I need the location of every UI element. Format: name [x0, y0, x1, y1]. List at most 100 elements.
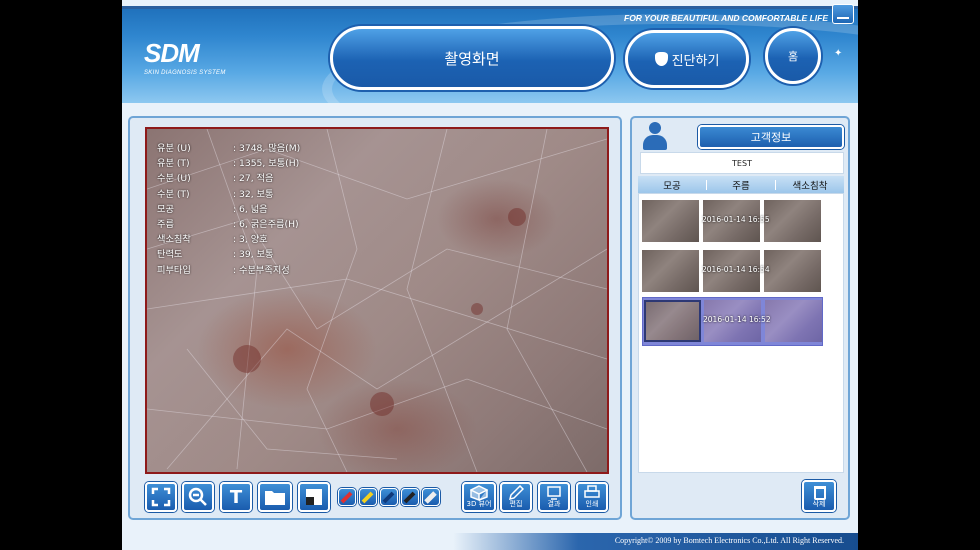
customer-info-tab[interactable]: 고객정보 [698, 125, 844, 149]
record-row[interactable]: 2016-01-14 16:55 [642, 198, 823, 244]
dark-pen-icon [403, 491, 416, 504]
column-wrinkles[interactable]: 주름 [707, 178, 775, 192]
readout-key: 주름 [157, 219, 174, 231]
capture-screen-label: 촬영화면 [444, 49, 500, 68]
delete-label: 삭제 [812, 500, 826, 508]
measurement-readout: 유분 (U): 3748, 많음(M) 유분 (T): 1355, 보통(H) … [157, 141, 300, 278]
minimize-button[interactable] [832, 4, 854, 24]
customer-panel: 고객정보 TEST 모공 주름 색소침착 2016-01-14 16:55 20… [630, 116, 850, 520]
readout-row: 주름 : 6, 굵은주름(H) [157, 217, 300, 232]
record-row[interactable]: 2016-01-14 16:54 [642, 248, 823, 294]
header-band-line [122, 6, 858, 9]
record-timestamp: 2016-01-14 16:52 [703, 315, 771, 324]
record-thumbnail[interactable] [642, 200, 699, 242]
record-timestamp: 2016-01-14 16:55 [702, 215, 770, 224]
readout-row: 피부타입 : 수분부족지성 [157, 263, 300, 278]
3d-viewer-label: 3D 뷰어 [466, 500, 492, 508]
edit-label: 편집 [509, 500, 523, 508]
record-thumbnail[interactable] [642, 250, 699, 292]
record-thumbnail[interactable] [764, 250, 821, 292]
readout-row: 유분 (U) : 3748, 많음(M) [157, 141, 300, 156]
readout-key: 유분 (U) [157, 143, 191, 154]
logo-subtitle: SKIN DIAGNOSIS SYSTEM [144, 70, 226, 76]
record-thumbnail[interactable] [765, 300, 822, 342]
footer: Copyright© 2009 by Bomtech Electronics C… [122, 533, 858, 550]
diagnose-button[interactable]: 진단하기 [625, 30, 749, 88]
readout-value: : 39, 보통 [233, 249, 274, 261]
text-tool-label: T [229, 486, 243, 508]
split-view-icon [306, 489, 322, 505]
edit-button[interactable]: 편집 [500, 482, 532, 512]
readout-row: 유분 (T) : 1355, 보통(H) [157, 156, 300, 171]
customer-name: TEST [640, 152, 844, 174]
logo: SDM SKIN DIAGNOSIS SYSTEM [144, 38, 226, 76]
column-pores[interactable]: 모공 [638, 178, 706, 192]
result-label: 결과 [547, 500, 561, 508]
thumbnail-column-header: 모공 주름 색소침착 [638, 176, 844, 193]
split-view-button[interactable] [298, 482, 330, 512]
readout-value: : 3748, 많음(M) [233, 143, 301, 154]
print-button[interactable]: 인쇄 [576, 482, 608, 512]
3d-viewer-button[interactable]: 3D 뷰어 [462, 482, 496, 512]
fit-screen-button[interactable] [145, 482, 177, 512]
eraser-icon [424, 491, 437, 504]
copyright: Copyright© 2009 by Bomtech Electronics C… [614, 536, 844, 545]
readout-key: 수분 (U) [157, 173, 191, 185]
diagnose-label: 진단하기 [671, 53, 720, 69]
yellow-pen-icon [361, 491, 374, 504]
skin-image-viewer[interactable]: 유분 (U): 3748, 많음(M) 유분 (T): 1355, 보통(H) … [145, 127, 609, 474]
readout-row: 탄력도 : 39, 보통 [157, 247, 300, 262]
readout-row: 수분 (T): 32, 보통 [157, 187, 300, 202]
zoom-out-icon [188, 487, 207, 506]
readout-value: : 1355, 보통(H) [233, 158, 300, 170]
readout-key: 피부타입 [157, 264, 191, 276]
capture-panel: 유분 (U): 3748, 많음(M) 유분 (T): 1355, 보통(H) … [128, 116, 622, 520]
readout-row: 색소침착 : 3, 양호 [157, 232, 300, 247]
print-label: 인쇄 [585, 500, 599, 508]
readout-value: : 수분부족지성 [233, 264, 290, 276]
record-list: 2016-01-14 16:55 2016-01-14 16:54 2016-0… [638, 193, 844, 473]
capture-screen-button[interactable]: 촬영화면 [330, 26, 614, 90]
eraser-button[interactable] [422, 488, 440, 506]
home-button[interactable]: 홈 [765, 28, 821, 84]
record-thumbnail[interactable] [764, 200, 821, 242]
record-timestamp: 2016-01-14 16:54 [702, 265, 770, 274]
logo-title: SDM [144, 38, 200, 68]
red-pen-button[interactable] [338, 488, 356, 506]
red-pen-icon [340, 491, 353, 504]
blue-pen-button[interactable] [380, 488, 398, 506]
readout-row: 수분 (U) : 27, 적음 [157, 171, 300, 186]
person-icon [642, 122, 668, 150]
readout-key: 유분 (T) [157, 158, 190, 170]
dark-pen-button[interactable] [401, 488, 419, 506]
readout-row: 모공 : 6, 넓음 [157, 202, 300, 217]
app-window: SDM SKIN DIAGNOSIS SYSTEM FOR YOUR BEAUT… [122, 0, 858, 550]
trash-icon [814, 486, 826, 500]
sparkle-icon: ✦ [834, 48, 843, 59]
readout-value: : 6, 굵은주름(H) [233, 219, 299, 231]
readout-value: : 27, 적음 [233, 173, 274, 185]
readout-value: : 3, 양호 [233, 234, 268, 246]
readout-key: 탄력도 [157, 249, 183, 261]
shield-icon [654, 52, 668, 66]
text-tool-button[interactable]: T [220, 482, 252, 512]
folder-icon [265, 491, 285, 505]
open-folder-button[interactable] [258, 482, 292, 512]
record-row-selected[interactable]: 2016-01-14 16:52 [642, 297, 823, 346]
result-button[interactable]: 결과 [538, 482, 570, 512]
minimize-icon [837, 17, 849, 19]
zoom-out-button[interactable] [182, 482, 214, 512]
readout-value: : 6, 넓음 [233, 203, 268, 215]
readout-value: : 32, 보통 [233, 188, 274, 200]
blue-pen-icon [382, 491, 395, 504]
slogan: FOR YOUR BEAUTIFUL AND COMFORTABLE LIFE [624, 13, 828, 23]
yellow-pen-button[interactable] [359, 488, 377, 506]
column-pigmentation[interactable]: 색소침착 [776, 178, 844, 192]
record-thumbnail[interactable] [644, 300, 701, 342]
home-label: 홈 [787, 50, 799, 63]
readout-key: 모공 [157, 203, 174, 215]
readout-key: 색소침착 [157, 234, 191, 246]
delete-button[interactable]: 삭제 [802, 480, 836, 512]
customer-info-label: 고객정보 [750, 131, 792, 144]
fullscreen-icon [151, 487, 171, 507]
